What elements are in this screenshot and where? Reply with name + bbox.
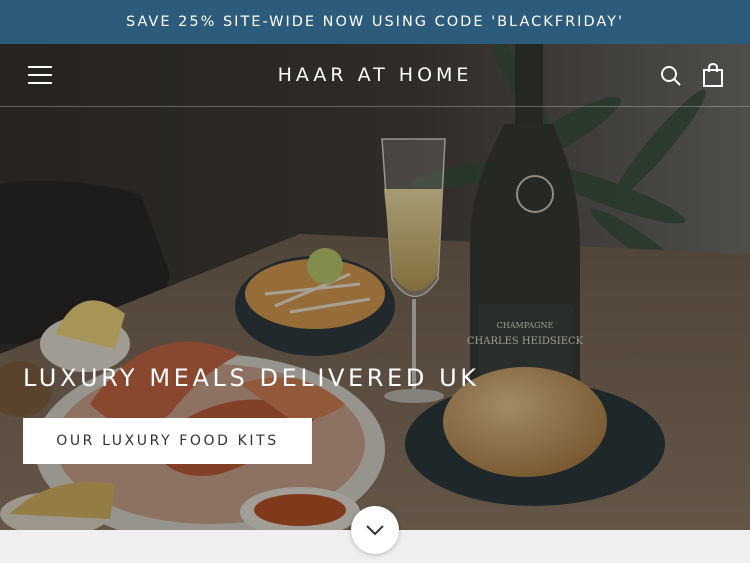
search-icon[interactable] [660,65,682,87]
announcement-text: SAVE 25% SITE-WIDE NOW USING CODE 'BLACK… [125,14,625,30]
announcement-bar: SAVE 25% SITE-WIDE NOW USING CODE 'BLACK… [0,0,750,44]
site-logo[interactable]: HAAR AT HOME [0,64,750,86]
shopping-bag-icon[interactable] [702,62,724,87]
chevron-down-icon[interactable] [351,506,399,554]
hero-headline: LUXURY MEALS DELIVERED UK [23,364,480,392]
site-header: HAAR AT HOME [0,44,750,107]
luxury-food-kits-button[interactable]: OUR LUXURY FOOD KITS [23,418,312,464]
